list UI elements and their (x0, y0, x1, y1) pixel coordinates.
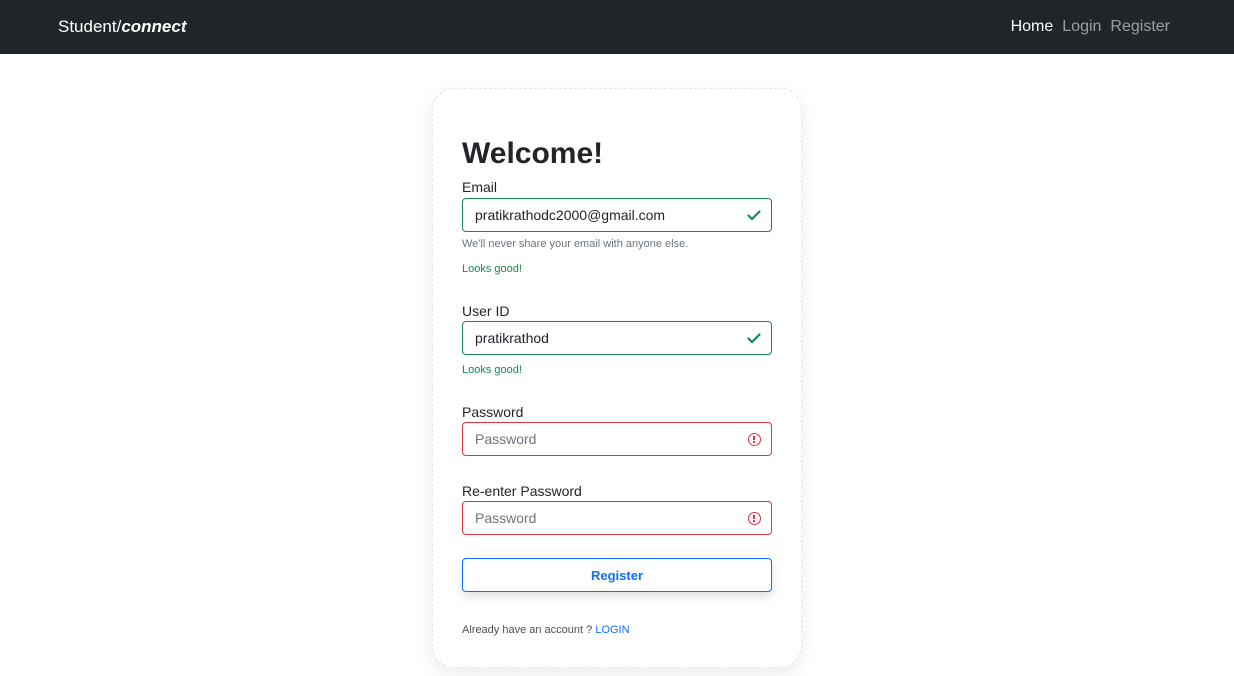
login-link[interactable]: LOGIN (595, 624, 629, 636)
user-id-label: User ID (462, 303, 510, 319)
nav-register[interactable]: Register (1110, 17, 1170, 37)
nav-home[interactable]: Home (1011, 17, 1054, 37)
email-valid-feedback: Looks good! (462, 263, 522, 275)
password-placeholder: Password (475, 431, 537, 447)
user-id-value: pratikrathod (475, 330, 549, 346)
brand-prefix: Student/ (58, 17, 122, 36)
check-icon (747, 333, 761, 344)
password-field[interactable]: Password (462, 422, 772, 456)
user-id-valid-feedback: Looks good! (462, 364, 522, 376)
check-icon (747, 210, 761, 221)
brand-logo[interactable]: Student/connect (58, 17, 187, 37)
confirm-password-label: Re-enter Password (462, 483, 582, 499)
register-card: Welcome! Email pratikrathodc2000@gmail.c… (432, 88, 802, 668)
user-id-field[interactable]: pratikrathod (462, 321, 772, 355)
password-label: Password (462, 404, 524, 420)
brand-accent: connect (121, 17, 187, 36)
nav-links: Home Login Register (1011, 17, 1170, 37)
email-help-text: We'll never share your email with anyone… (462, 238, 689, 250)
email-label: Email (462, 179, 498, 195)
top-navbar: Student/connect Home Login Register (0, 0, 1234, 54)
confirm-password-field[interactable]: Password (462, 501, 772, 535)
login-prompt: Already have an account ? LOGIN (462, 623, 630, 637)
account-prompt-text: Already have an account ? (462, 624, 593, 636)
form-title: Welcome! (462, 137, 604, 170)
email-value: pratikrathodc2000@gmail.com (475, 207, 666, 223)
register-button[interactable]: Register (462, 558, 772, 592)
nav-login[interactable]: Login (1062, 17, 1101, 37)
alert-circle-icon (748, 512, 761, 525)
email-field[interactable]: pratikrathodc2000@gmail.com (462, 198, 772, 232)
alert-circle-icon (748, 433, 761, 446)
confirm-password-placeholder: Password (475, 510, 537, 526)
